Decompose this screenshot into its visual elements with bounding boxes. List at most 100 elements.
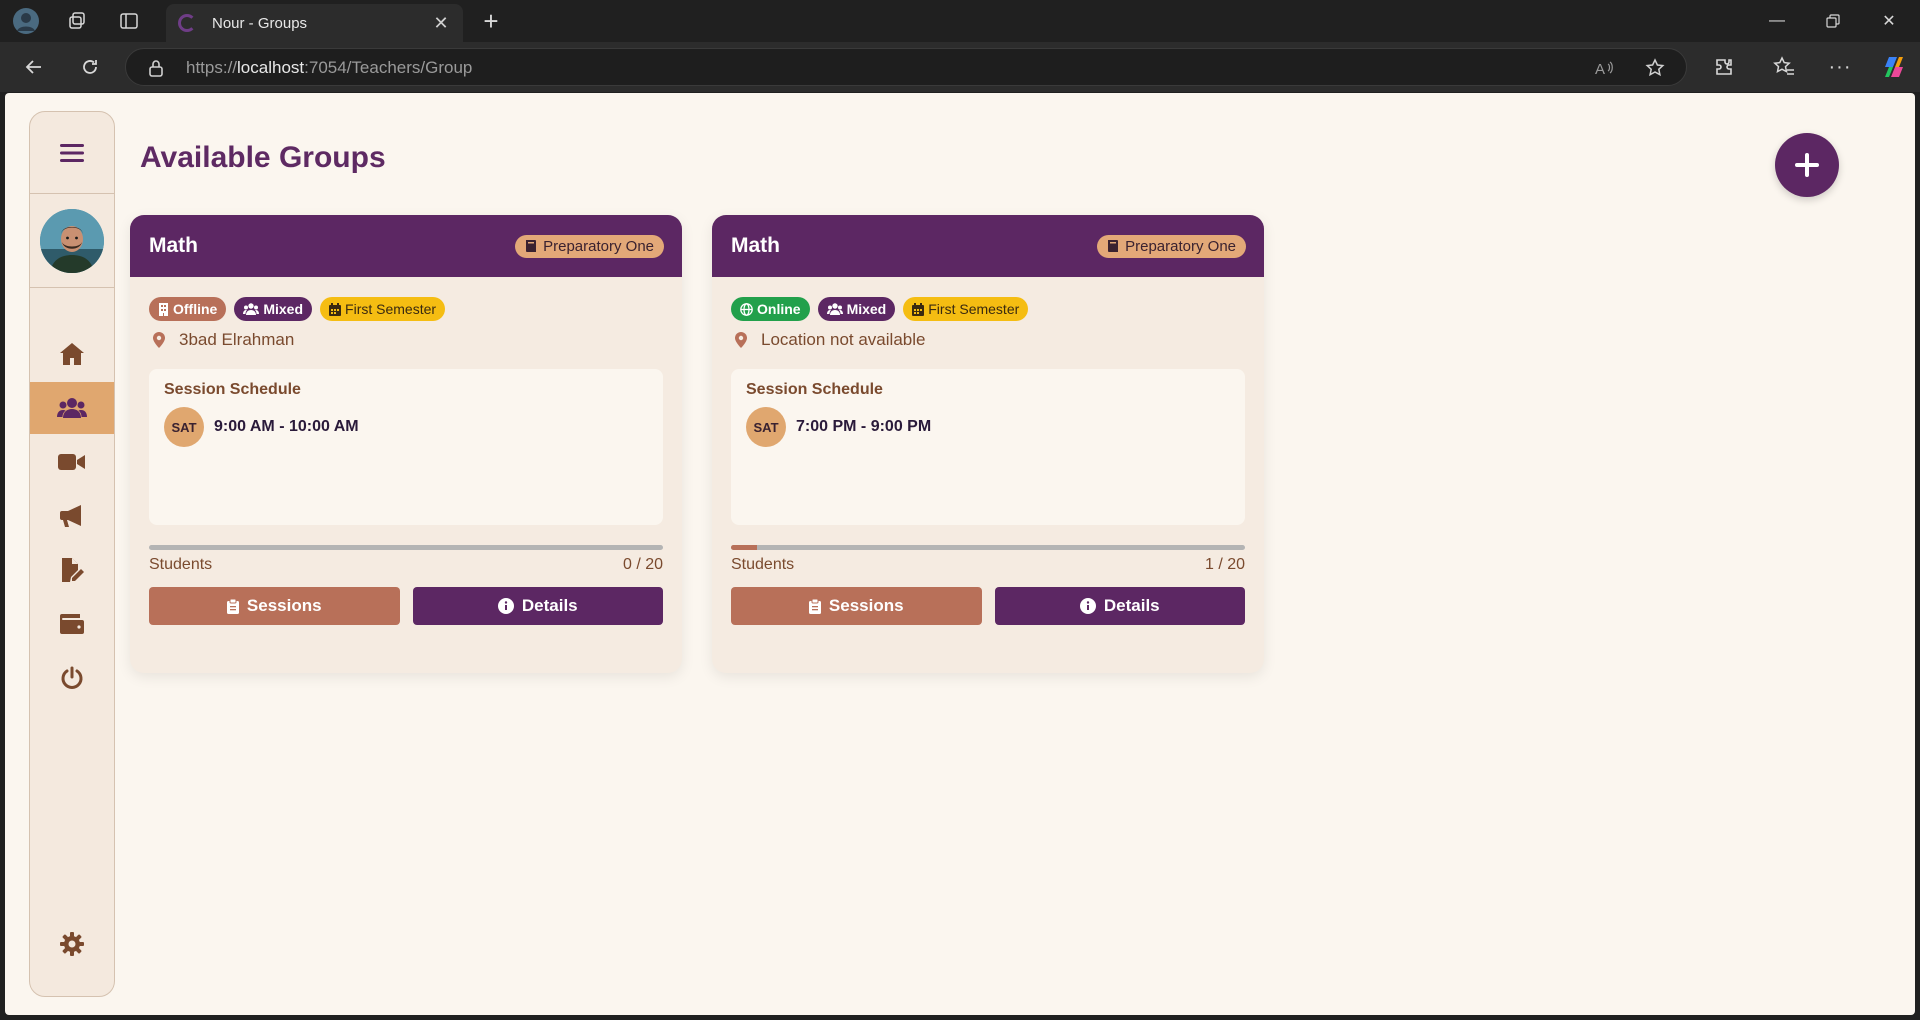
- workspaces-icon[interactable]: [64, 8, 90, 34]
- gear-icon: [60, 932, 84, 956]
- students-label: Students: [149, 556, 213, 573]
- grade-badge: Preparatory One: [515, 234, 664, 258]
- session-schedule: Session Schedule SAT 9:00 AM - 10:00 AM: [149, 369, 663, 525]
- grade-badge: Preparatory One: [1097, 234, 1246, 258]
- profile-avatar-area[interactable]: [30, 194, 114, 288]
- sidebar-item-exams[interactable]: [30, 544, 114, 596]
- schedule-title: Session Schedule: [746, 381, 883, 398]
- gender-badge: Mixed: [817, 297, 896, 321]
- sidebar-item-video[interactable]: [30, 436, 114, 488]
- group-card-header: Math Preparatory One: [712, 215, 1264, 277]
- card-actions: Sessions Details: [149, 587, 663, 625]
- students-label: Students: [731, 556, 795, 573]
- details-button[interactable]: Details: [994, 587, 1245, 625]
- tab-close-icon[interactable]: ✕: [431, 13, 451, 34]
- semester-badge: First Semester: [903, 297, 1029, 321]
- add-group-button[interactable]: [1775, 133, 1839, 197]
- sessions-button[interactable]: Sessions: [731, 587, 982, 625]
- read-aloud-icon[interactable]: A: [1594, 57, 1616, 79]
- students-progress-bar: [149, 545, 663, 550]
- students-count: 0 / 20: [622, 556, 663, 573]
- minimize-icon[interactable]: —: [1749, 0, 1805, 42]
- calendar-icon: [912, 302, 925, 316]
- page-title: Available Groups: [140, 141, 386, 174]
- close-window-icon[interactable]: ✕: [1861, 0, 1917, 42]
- location-pin-icon: [735, 332, 747, 348]
- users-icon: [243, 303, 260, 315]
- session-time: 9:00 AM - 10:00 AM: [214, 418, 359, 435]
- students-progress-bar: [731, 545, 1245, 550]
- group-card-header: Math Preparatory One: [130, 215, 682, 277]
- group-subject: Math: [731, 234, 780, 257]
- megaphone-icon: [60, 505, 81, 527]
- book-icon: [526, 240, 537, 252]
- wallet-icon: [60, 614, 84, 634]
- home-icon: [60, 343, 84, 365]
- session-schedule: Session Schedule SAT 7:00 PM - 9:00 PM: [731, 369, 1245, 525]
- session-time: 7:00 PM - 9:00 PM: [796, 418, 932, 435]
- clipboard-icon: [226, 598, 239, 614]
- browser-titlebar: Nour - Groups ✕ + — ✕: [0, 0, 1920, 42]
- group-location: Location not available: [735, 330, 1245, 350]
- sidebar-item-home[interactable]: [30, 328, 114, 380]
- students-row: Students 0 / 20: [149, 556, 663, 574]
- browser-navbar: https://localhost:7054/Teachers/Group A …: [0, 42, 1920, 92]
- extensions-icon[interactable]: [1710, 53, 1738, 81]
- video-icon: [58, 454, 85, 470]
- browser-tab[interactable]: Nour - Groups ✕: [166, 4, 463, 42]
- more-icon[interactable]: ···: [1826, 53, 1854, 81]
- details-button[interactable]: Details: [412, 587, 663, 625]
- avatar[interactable]: [40, 208, 104, 273]
- menu-toggle-button[interactable]: [30, 112, 114, 194]
- schedule-row: SAT 9:00 AM - 10:00 AM: [164, 407, 648, 447]
- sidebar-item-logout[interactable]: [30, 652, 114, 704]
- sidebar-item-groups[interactable]: [30, 382, 114, 434]
- back-icon[interactable]: [20, 53, 48, 81]
- sessions-button[interactable]: Sessions: [149, 587, 400, 625]
- sidebar-item-settings[interactable]: [30, 918, 114, 970]
- grade-label: Preparatory One: [1125, 237, 1236, 255]
- students-count: 1 / 20: [1204, 556, 1245, 573]
- url-text[interactable]: https://localhost:7054/Teachers/Group: [186, 58, 472, 78]
- location-text: 3bad Elrahman: [179, 330, 295, 349]
- mode-badge: Online: [731, 297, 810, 321]
- profile-icon[interactable]: [13, 8, 39, 34]
- page-content: Available Groups Math Preparatory One Of…: [5, 93, 1915, 1015]
- book-icon: [1108, 240, 1119, 252]
- group-subject: Math: [149, 234, 198, 257]
- location-text: Location not available: [761, 330, 926, 349]
- group-card: Math Preparatory One Offline Mixed First…: [130, 215, 682, 673]
- lock-icon[interactable]: [148, 59, 164, 82]
- building-icon: [159, 302, 168, 316]
- students-row: Students 1 / 20: [731, 556, 1245, 574]
- students-progress-fill: [731, 545, 757, 550]
- gender-badge: Mixed: [234, 297, 313, 321]
- favorites-icon[interactable]: [1770, 53, 1798, 81]
- power-icon: [61, 666, 83, 689]
- refresh-icon[interactable]: [76, 53, 104, 81]
- users-icon: [57, 398, 87, 418]
- svg-text:A: A: [1595, 61, 1605, 77]
- group-badges: Online Mixed First Semester: [731, 297, 1245, 321]
- sidebar-item-announcements[interactable]: [30, 490, 114, 542]
- restore-icon[interactable]: [1805, 0, 1861, 42]
- address-bar[interactable]: https://localhost:7054/Teachers/Group A: [125, 48, 1687, 86]
- mode-badge: Offline: [149, 297, 227, 321]
- sidebar-item-wallet[interactable]: [30, 598, 114, 650]
- plus-icon: [1795, 153, 1819, 177]
- location-pin-icon: [153, 332, 165, 348]
- semester-badge: First Semester: [320, 297, 446, 321]
- card-actions: Sessions Details: [731, 587, 1245, 625]
- group-badges: Offline Mixed First Semester: [149, 297, 663, 321]
- copilot-icon[interactable]: [1880, 53, 1908, 81]
- schedule-title: Session Schedule: [164, 381, 301, 398]
- group-location: 3bad Elrahman: [153, 330, 663, 350]
- sidebar: [29, 111, 115, 997]
- clipboard-icon: [808, 598, 821, 614]
- favorite-star-icon[interactable]: [1644, 57, 1666, 79]
- file-edit-icon: [62, 558, 84, 582]
- tab-actions-icon[interactable]: [116, 8, 142, 34]
- calendar-icon: [329, 302, 342, 316]
- new-tab-icon[interactable]: +: [478, 8, 504, 34]
- tab-title: Nour - Groups: [212, 14, 308, 32]
